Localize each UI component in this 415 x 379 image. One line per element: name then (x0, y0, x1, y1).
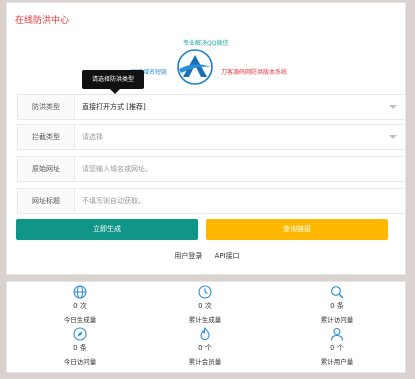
intercept-value: 请选择 (82, 133, 103, 141)
stat-label: 累计生成量 (188, 316, 222, 324)
user-icon (330, 327, 344, 341)
compass-icon (73, 327, 87, 341)
type-select[interactable]: 防洪类型 直接打开方式 [推荐] (17, 94, 406, 120)
web-title-field[interactable]: 网址标题 不填写则自动获取。 (17, 188, 406, 214)
login-link[interactable]: 用户登录 (174, 252, 202, 260)
promo-qq-text: 专业解决QQ微信 (183, 40, 229, 47)
web-title-label: 网址标题 (18, 189, 75, 213)
stat-total-visits: 0 条 累计访问量 (282, 285, 392, 324)
stat-value: 0 个 (330, 344, 344, 352)
stat-label: 今日访问量 (63, 358, 97, 366)
stats-card: 0 次 今日生成量 0 次 累计生成量 0 条 累计访问量 0 条 今日访问量 … (6, 281, 406, 373)
page-title: 在线防洪中心 (15, 16, 70, 26)
stat-value: 0 次 (73, 302, 87, 310)
search-icon (331, 286, 344, 299)
stat-total-users: 0 个 累计用户量 (282, 327, 392, 366)
stat-value: 0 个 (198, 344, 212, 352)
type-tooltip: 请选择防洪类型 (82, 70, 144, 94)
type-label: 防洪类型 (18, 95, 75, 119)
stat-label: 今日生成量 (63, 316, 97, 324)
fire-icon (200, 327, 210, 341)
globe-icon (73, 285, 87, 299)
web-title-input[interactable]: 不填写则自动获取。 (82, 189, 145, 213)
query-link-button[interactable]: 查询链接 (206, 219, 388, 240)
stat-value: 0 次 (198, 302, 212, 310)
api-link[interactable]: API接口 (215, 252, 240, 260)
type-value: 直接打开方式 [推荐] (82, 103, 146, 111)
chevron-down-icon (389, 105, 397, 109)
intercept-label: 拦截类型 (18, 125, 75, 149)
stat-label: 累计用户量 (320, 358, 354, 366)
stat-label: 累计访问量 (320, 316, 354, 324)
footer-links: 用户登录 API接口 (7, 251, 407, 261)
stat-total-generated: 0 次 累计生成量 (150, 285, 260, 324)
stat-today-visits: 0 条 今日访问量 (25, 327, 135, 366)
stat-label: 累计会员量 (188, 358, 222, 366)
chevron-down-icon (389, 135, 397, 139)
generate-button[interactable]: 立即生成 (16, 219, 198, 240)
stat-today-generated: 0 次 今日生成量 (25, 285, 135, 324)
stat-value: 0 条 (330, 302, 344, 310)
promo-system-text: 刀客源码网防洪版本系统 (221, 69, 288, 76)
intercept-select[interactable]: 拦截类型 请选择 (17, 124, 406, 150)
clock-icon (198, 285, 212, 299)
url-field[interactable]: 原始网址 请您输入域名或网址。 (17, 156, 406, 182)
stat-value: 0 条 (73, 344, 87, 352)
url-input[interactable]: 请您输入域名或网址。 (82, 157, 152, 181)
logo-icon (177, 49, 213, 85)
stat-total-members: 0 个 累计会员量 (150, 327, 260, 366)
url-label: 原始网址 (18, 157, 75, 181)
main-card: 在线防洪中心 专业解决QQ微信 同源域名短链 刀客源码网防洪版本系统 请选择防洪… (6, 2, 406, 275)
